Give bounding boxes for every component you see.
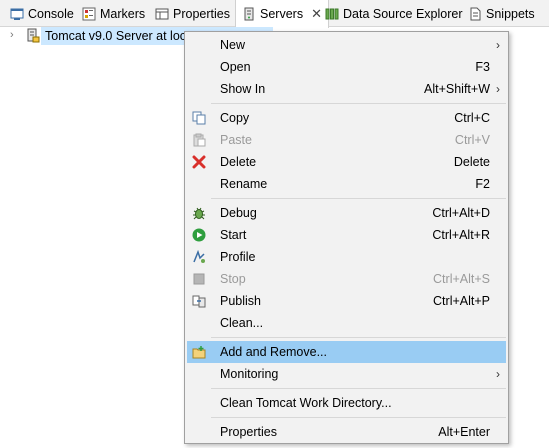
expand-chevron-icon[interactable]: › — [10, 29, 14, 41]
menu-item-debug[interactable]: Debug Ctrl+Alt+D — [187, 202, 506, 224]
profile-icon — [192, 249, 206, 264]
menu-item-shortcut: Ctrl+V — [454, 133, 490, 147]
menu-item-label: Open — [220, 60, 251, 74]
delete-x-icon — [192, 155, 206, 169]
menu-item-shortcut: Ctrl+Alt+D — [432, 206, 490, 220]
debug-bug-icon — [192, 206, 206, 220]
menu-item-label: Stop — [220, 272, 246, 286]
menu-item-start[interactable]: Start Ctrl+Alt+R — [187, 224, 506, 246]
menu-item-label: Monitoring — [220, 367, 279, 381]
menu-item-label: Clean... — [220, 316, 264, 330]
close-icon[interactable]: ✕ — [311, 6, 322, 22]
menu-item-delete[interactable]: Delete Delete — [187, 151, 506, 173]
paste-icon — [192, 133, 206, 147]
menu-item-publish[interactable]: Publish Ctrl+Alt+P — [187, 290, 506, 312]
menu-item-clean[interactable]: Clean... — [187, 312, 506, 334]
tab-label: Snippets — [486, 6, 535, 21]
menu-item-copy[interactable]: Copy Ctrl+C — [187, 107, 506, 129]
menu-separator — [211, 388, 506, 389]
menu-item-shortcut: Ctrl+Alt+S — [433, 272, 490, 286]
menu-item-label: Rename — [220, 177, 268, 191]
submenu-arrow-icon: › — [496, 38, 500, 52]
menu-item-add-and-remove[interactable]: Add and Remove... — [187, 341, 506, 363]
menu-item-label: Delete — [220, 155, 257, 169]
menu-separator — [211, 103, 506, 104]
tab-console[interactable]: Console — [10, 0, 74, 27]
tab-snippets[interactable]: Snippets — [468, 0, 535, 27]
menu-item-properties[interactable]: Properties Alt+Enter — [187, 421, 506, 443]
view-tab-bar: Console Markers Properties Servers ✕ Dat… — [0, 0, 549, 28]
menu-item-label: Properties — [220, 425, 277, 439]
tab-label: Data Source Explorer — [343, 6, 463, 21]
menu-item-label: Start — [220, 228, 247, 242]
menu-separator — [211, 198, 506, 199]
menu-item-shortcut: F2 — [475, 177, 490, 191]
properties-icon — [155, 7, 169, 21]
menu-item-new[interactable]: New › — [187, 34, 506, 56]
menu-item-shortcut: Ctrl+Alt+P — [433, 294, 490, 308]
menu-item-label: Add and Remove... — [220, 345, 328, 359]
submenu-arrow-icon: › — [496, 367, 500, 381]
menu-separator — [211, 417, 506, 418]
markers-icon — [82, 7, 96, 21]
context-menu: New › Open F3 Show In Alt+Shift+W › Copy… — [184, 31, 509, 444]
copy-icon — [192, 111, 206, 125]
menu-item-profile[interactable]: Profile — [187, 246, 506, 268]
tab-properties[interactable]: Properties — [155, 0, 230, 27]
menu-item-shortcut: F3 — [475, 60, 490, 74]
menu-item-label: Clean Tomcat Work Directory... — [220, 396, 392, 410]
menu-item-shortcut: Alt+Enter — [438, 425, 490, 439]
menu-item-label: Profile — [220, 250, 256, 264]
tab-markers[interactable]: Markers — [82, 0, 145, 27]
tab-label: Console — [28, 6, 74, 21]
menu-item-stop[interactable]: Stop Ctrl+Alt+S — [187, 268, 506, 290]
start-play-icon — [192, 228, 206, 242]
console-icon — [10, 7, 24, 21]
submenu-arrow-icon: › — [496, 82, 500, 96]
menu-item-shortcut: Delete — [453, 155, 490, 169]
menu-item-shortcut: Ctrl+Alt+R — [432, 228, 490, 242]
tab-label: Markers — [100, 6, 146, 21]
tomcat-server-icon — [25, 28, 40, 43]
menu-item-open[interactable]: Open F3 — [187, 56, 506, 78]
menu-item-rename[interactable]: Rename F2 — [187, 173, 506, 195]
servers-icon — [242, 7, 256, 21]
menu-separator — [211, 337, 506, 338]
tab-label: Properties — [173, 6, 230, 21]
menu-item-label: Copy — [220, 111, 250, 125]
tab-label: Servers — [260, 7, 304, 21]
add-remove-folder-icon — [192, 345, 206, 359]
menu-item-shortcut: Alt+Shift+W — [424, 82, 490, 96]
tab-servers[interactable]: Servers ✕ — [235, 0, 329, 28]
menu-item-label: Paste — [220, 133, 252, 147]
menu-item-shortcut: Ctrl+C — [454, 111, 490, 125]
snippets-icon — [468, 7, 482, 21]
data-source-icon — [325, 7, 339, 21]
menu-item-label: New — [220, 38, 246, 52]
menu-item-label: Debug — [220, 206, 257, 220]
menu-item-monitoring[interactable]: Monitoring › — [187, 363, 506, 385]
tab-data-source-explorer[interactable]: Data Source Explorer — [325, 0, 463, 27]
menu-item-label: Show In — [220, 82, 266, 96]
menu-item-show-in[interactable]: Show In Alt+Shift+W › — [187, 78, 506, 100]
menu-item-clean-tomcat-work-directory[interactable]: Clean Tomcat Work Directory... — [187, 392, 506, 414]
stop-icon — [192, 272, 206, 286]
publish-icon — [192, 294, 206, 308]
menu-item-label: Publish — [220, 294, 261, 308]
menu-item-paste[interactable]: Paste Ctrl+V — [187, 129, 506, 151]
